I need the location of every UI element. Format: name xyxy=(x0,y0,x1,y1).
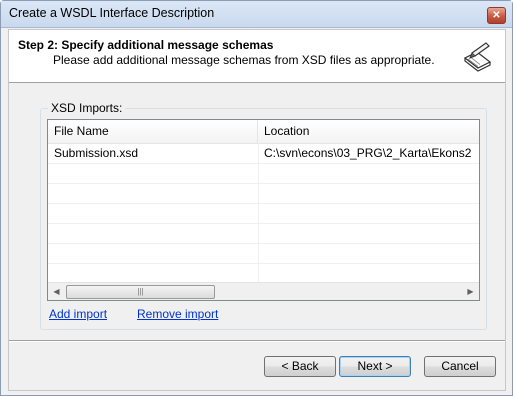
empty-row xyxy=(48,264,479,284)
wizard-client-area: Step 2: Specify additional message schem… xyxy=(8,29,506,391)
close-icon[interactable]: ✕ xyxy=(487,7,506,24)
title-bar: Create a WSDL Interface Description ✕ xyxy=(1,1,512,28)
add-import-link[interactable]: Add import xyxy=(49,307,107,321)
list-rows: Submission.xsd C:\svn\econs\03_PRG\2_Kar… xyxy=(48,144,479,284)
empty-row xyxy=(48,224,479,244)
empty-row xyxy=(48,184,479,204)
list-header: File Name Location xyxy=(48,120,479,144)
step-title: Step 2: Specify additional message schem… xyxy=(18,38,274,52)
column-header-location[interactable]: Location xyxy=(258,120,479,143)
column-header-file-name[interactable]: File Name xyxy=(48,120,258,143)
location-cell: C:\svn\econs\03_PRG\2_Karta\Ekons2 xyxy=(264,146,472,160)
scroll-left-icon[interactable]: ◀ xyxy=(48,283,65,300)
wizard-window: Create a WSDL Interface Description ✕ St… xyxy=(0,0,513,396)
empty-row xyxy=(48,164,479,184)
footer-separator xyxy=(9,340,505,342)
remove-import-link[interactable]: Remove import xyxy=(137,307,218,321)
scrollbar-thumb[interactable]: ||| xyxy=(66,285,215,299)
file-name-cell: Submission.xsd xyxy=(54,146,139,160)
table-row[interactable]: Submission.xsd C:\svn\econs\03_PRG\2_Kar… xyxy=(48,144,479,164)
xsd-imports-list[interactable]: File Name Location Submission.xsd C:\svn… xyxy=(47,119,480,301)
xsd-imports-label: XSD Imports: xyxy=(48,101,126,115)
horizontal-scrollbar[interactable]: ◀ ||| ▶ xyxy=(48,282,479,300)
step-subtitle: Please add additional message schemas fr… xyxy=(53,53,435,67)
next-button[interactable]: Next > xyxy=(339,356,411,377)
empty-row xyxy=(48,244,479,264)
scroll-right-icon[interactable]: ▶ xyxy=(462,283,479,300)
wizard-pencil-document-icon xyxy=(463,42,492,72)
window-title: Create a WSDL Interface Description xyxy=(9,6,215,20)
empty-row xyxy=(48,204,479,224)
wizard-header: Step 2: Specify additional message schem… xyxy=(9,30,505,83)
back-button[interactable]: < Back xyxy=(264,356,336,377)
cancel-button[interactable]: Cancel xyxy=(424,356,496,377)
